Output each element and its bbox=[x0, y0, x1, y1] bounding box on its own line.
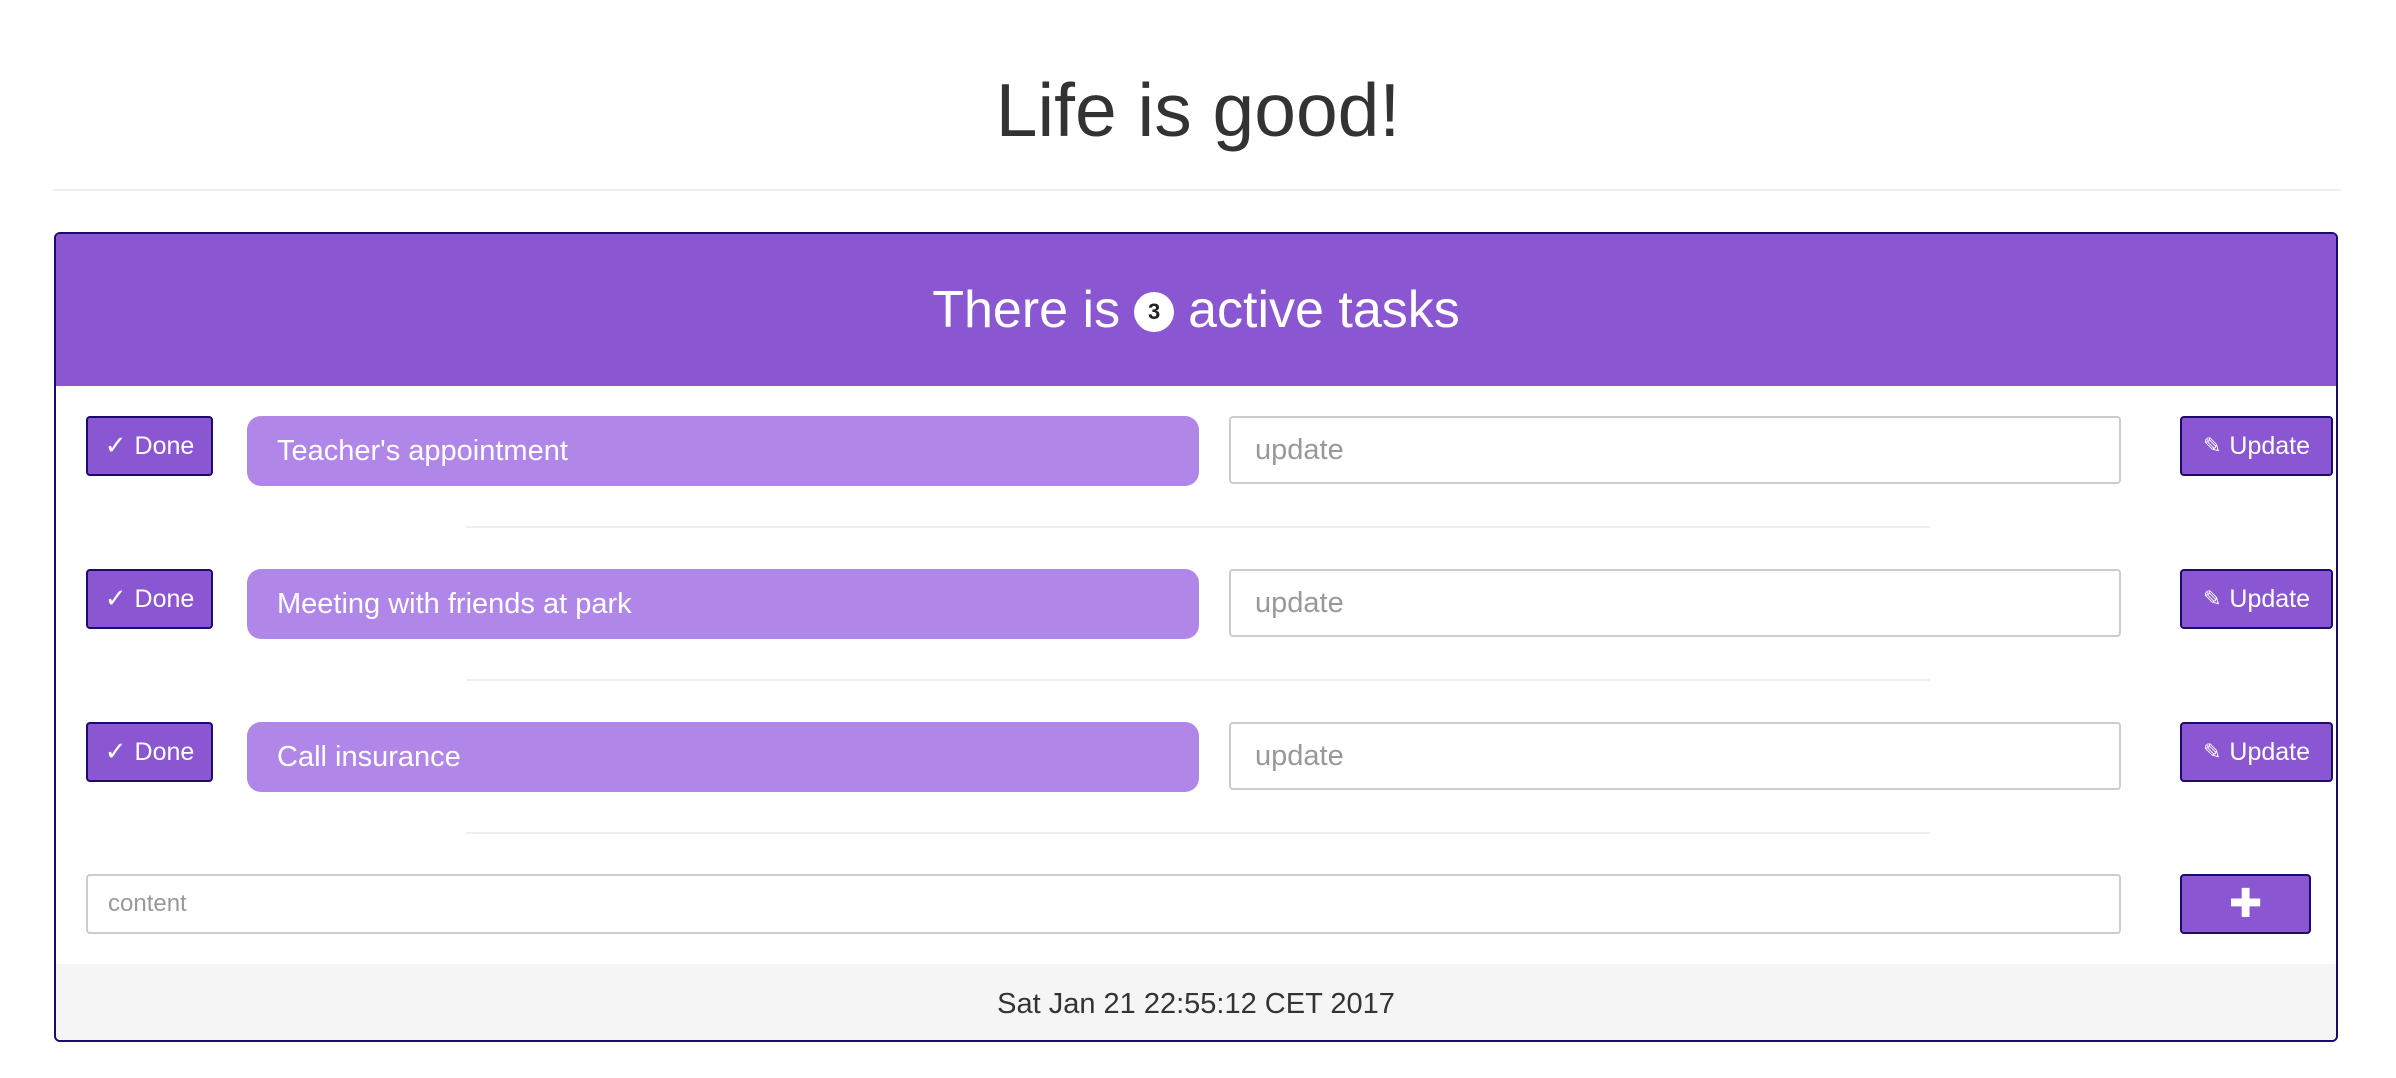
update-input[interactable] bbox=[1229, 569, 2121, 637]
panel-footer: Sat Jan 21 22:55:12 CET 2017 bbox=[56, 964, 2336, 1040]
add-task-button[interactable]: ✚ bbox=[2180, 874, 2311, 934]
row-divider bbox=[466, 526, 1930, 528]
pencil-icon: ✎ bbox=[2202, 433, 2222, 459]
active-count-badge: 3 bbox=[1134, 292, 1175, 332]
done-button[interactable]: ✓ Done bbox=[86, 416, 213, 476]
task-row: ✓ Done Teacher's appointment ✎ Update bbox=[56, 416, 2336, 488]
task-label: Meeting with friends at park bbox=[247, 569, 1199, 639]
task-label: Call insurance bbox=[247, 722, 1199, 792]
update-input[interactable] bbox=[1229, 416, 2121, 484]
task-label: Teacher's appointment bbox=[247, 416, 1199, 486]
tasks-panel: There is 3 active tasks ✓ Done Teacher's… bbox=[54, 232, 2338, 1042]
header-suffix: active tasks bbox=[1188, 281, 1460, 339]
title-divider bbox=[53, 189, 2341, 191]
row-divider bbox=[466, 679, 1930, 681]
done-button-label: Done bbox=[134, 431, 195, 460]
update-button[interactable]: ✎ Update bbox=[2180, 722, 2333, 782]
check-icon: ✓ bbox=[104, 737, 127, 767]
done-button[interactable]: ✓ Done bbox=[86, 722, 213, 782]
new-task-input[interactable] bbox=[86, 874, 2121, 934]
check-icon: ✓ bbox=[104, 584, 127, 614]
page-title: Life is good! bbox=[995, 68, 1401, 152]
update-input[interactable] bbox=[1229, 722, 2121, 790]
task-row: ✓ Done Meeting with friends at park ✎ Up… bbox=[56, 569, 2336, 641]
row-divider bbox=[466, 832, 1930, 834]
done-button-label: Done bbox=[134, 737, 195, 766]
timestamp: Sat Jan 21 22:55:12 CET 2017 bbox=[997, 987, 1395, 1020]
pencil-icon: ✎ bbox=[2202, 586, 2222, 612]
plus-icon: ✚ bbox=[2228, 881, 2263, 927]
update-button-label: Update bbox=[2229, 431, 2311, 460]
header-prefix: There is bbox=[932, 281, 1121, 339]
task-row: ✓ Done Call insurance ✎ Update bbox=[56, 722, 2336, 794]
check-icon: ✓ bbox=[104, 431, 127, 461]
update-button-label: Update bbox=[2229, 584, 2311, 613]
update-button[interactable]: ✎ Update bbox=[2180, 569, 2333, 629]
panel-header: There is 3 active tasks bbox=[56, 234, 2336, 386]
update-button-label: Update bbox=[2229, 737, 2311, 766]
done-button-label: Done bbox=[134, 584, 195, 613]
update-button[interactable]: ✎ Update bbox=[2180, 416, 2333, 476]
pencil-icon: ✎ bbox=[2202, 739, 2222, 765]
done-button[interactable]: ✓ Done bbox=[86, 569, 213, 629]
